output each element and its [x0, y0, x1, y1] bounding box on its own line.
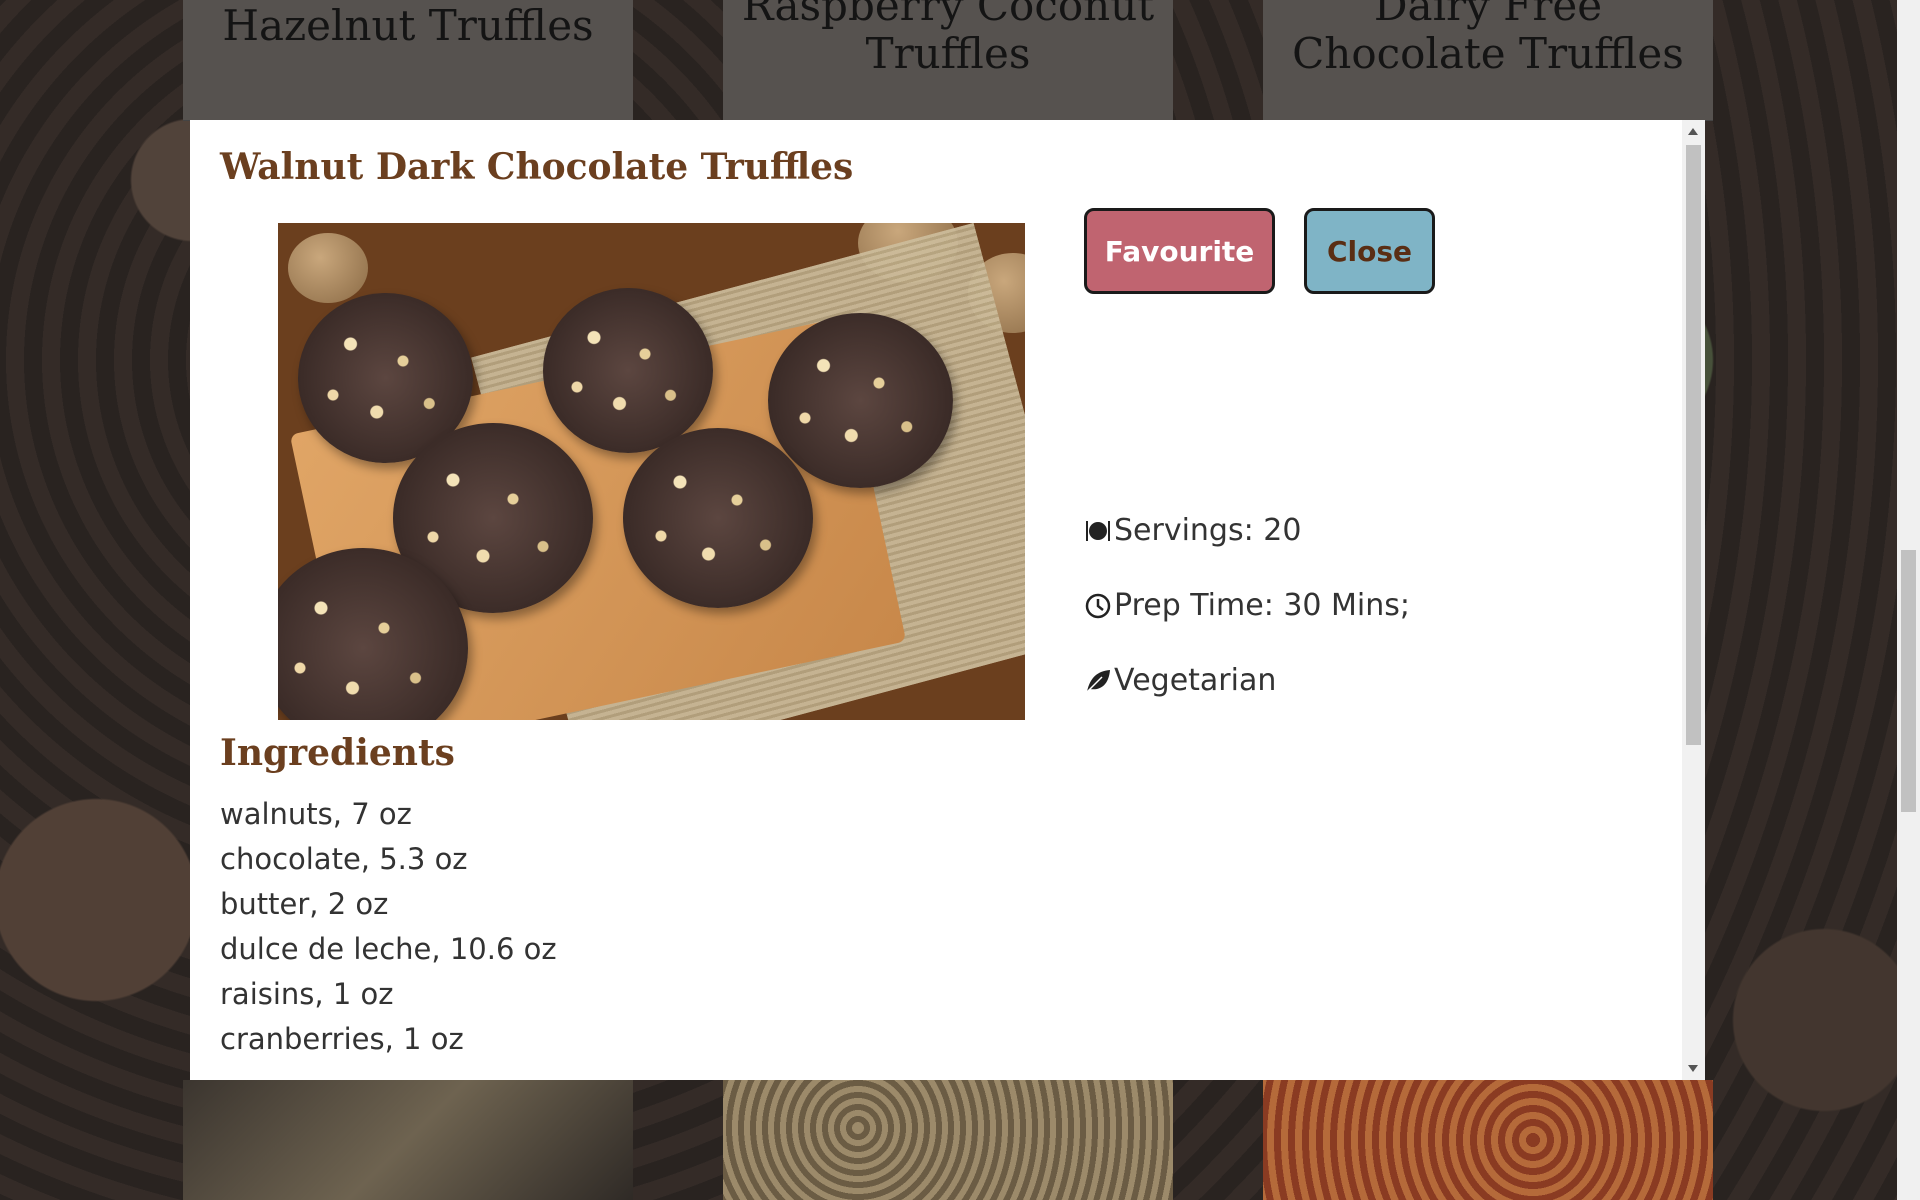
- ingredient-item: raisins, 1 oz: [220, 977, 394, 1011]
- prep-time-text: Prep Time: 30 Mins;: [1114, 588, 1411, 623]
- walnut-shape: [288, 233, 368, 303]
- favourite-button[interactable]: Favourite: [1084, 208, 1275, 294]
- ingredient-item: cranberries, 1 oz: [220, 1022, 464, 1056]
- ingredient-item: walnuts, 7 oz: [220, 797, 412, 831]
- recipe-card-hazelnut[interactable]: Hazelnut Truffles: [183, 0, 633, 121]
- truffle: [623, 428, 813, 608]
- recipe-card-image[interactable]: [1263, 1080, 1713, 1200]
- recipe-card-image[interactable]: [183, 1080, 633, 1200]
- diet-row: Vegetarian: [1084, 663, 1276, 698]
- recipe-card-image[interactable]: [723, 1080, 1173, 1200]
- modal-scrollbar[interactable]: [1682, 120, 1705, 1080]
- page-scrollbar-thumb[interactable]: [1901, 550, 1916, 812]
- recipe-card-raspberry[interactable]: Raspberry Coconut Truffles: [723, 0, 1173, 121]
- leaf-icon: [1084, 667, 1112, 695]
- ingredient-item: dulce de leche, 10.6 oz: [220, 932, 557, 966]
- recipe-card-title: Hazelnut Truffles: [222, 1, 594, 50]
- truffle: [768, 313, 953, 488]
- scroll-down-arrow-icon[interactable]: [1688, 1065, 1698, 1072]
- diet-text: Vegetarian: [1114, 663, 1277, 698]
- modal-scrollbar-thumb[interactable]: [1686, 145, 1701, 745]
- ingredients-heading: Ingredients: [220, 732, 455, 774]
- recipe-title: Walnut Dark Chocolate Truffles: [220, 146, 854, 188]
- close-button[interactable]: Close: [1304, 208, 1435, 294]
- servings-text: Servings: 20: [1114, 513, 1302, 548]
- ingredients-list: walnuts, 7 oz chocolate, 5.3 oz butter, …: [220, 792, 557, 1062]
- recipe-modal: Walnut Dark Chocolate Truffles Favourite…: [190, 120, 1705, 1080]
- plate-cutlery-icon: [1084, 517, 1112, 545]
- recipe-photo: [278, 223, 1025, 720]
- servings-row: Servings: 20: [1084, 513, 1301, 548]
- truffle: [543, 288, 713, 453]
- ingredient-item: butter, 2 oz: [220, 887, 389, 921]
- recipe-card-dairy-free[interactable]: Dairy Free Chocolate Truffles: [1263, 0, 1713, 121]
- recipe-card-title: Raspberry Coconut Truffles: [741, 0, 1155, 78]
- prep-time-row: Prep Time: 30 Mins;: [1084, 588, 1410, 623]
- recipe-card-title: Dairy Free Chocolate Truffles: [1292, 0, 1684, 78]
- scroll-up-arrow-icon[interactable]: [1688, 128, 1698, 135]
- ingredient-item: chocolate, 5.3 oz: [220, 842, 468, 876]
- page-scrollbar[interactable]: [1897, 0, 1920, 1200]
- clock-icon: [1084, 592, 1112, 620]
